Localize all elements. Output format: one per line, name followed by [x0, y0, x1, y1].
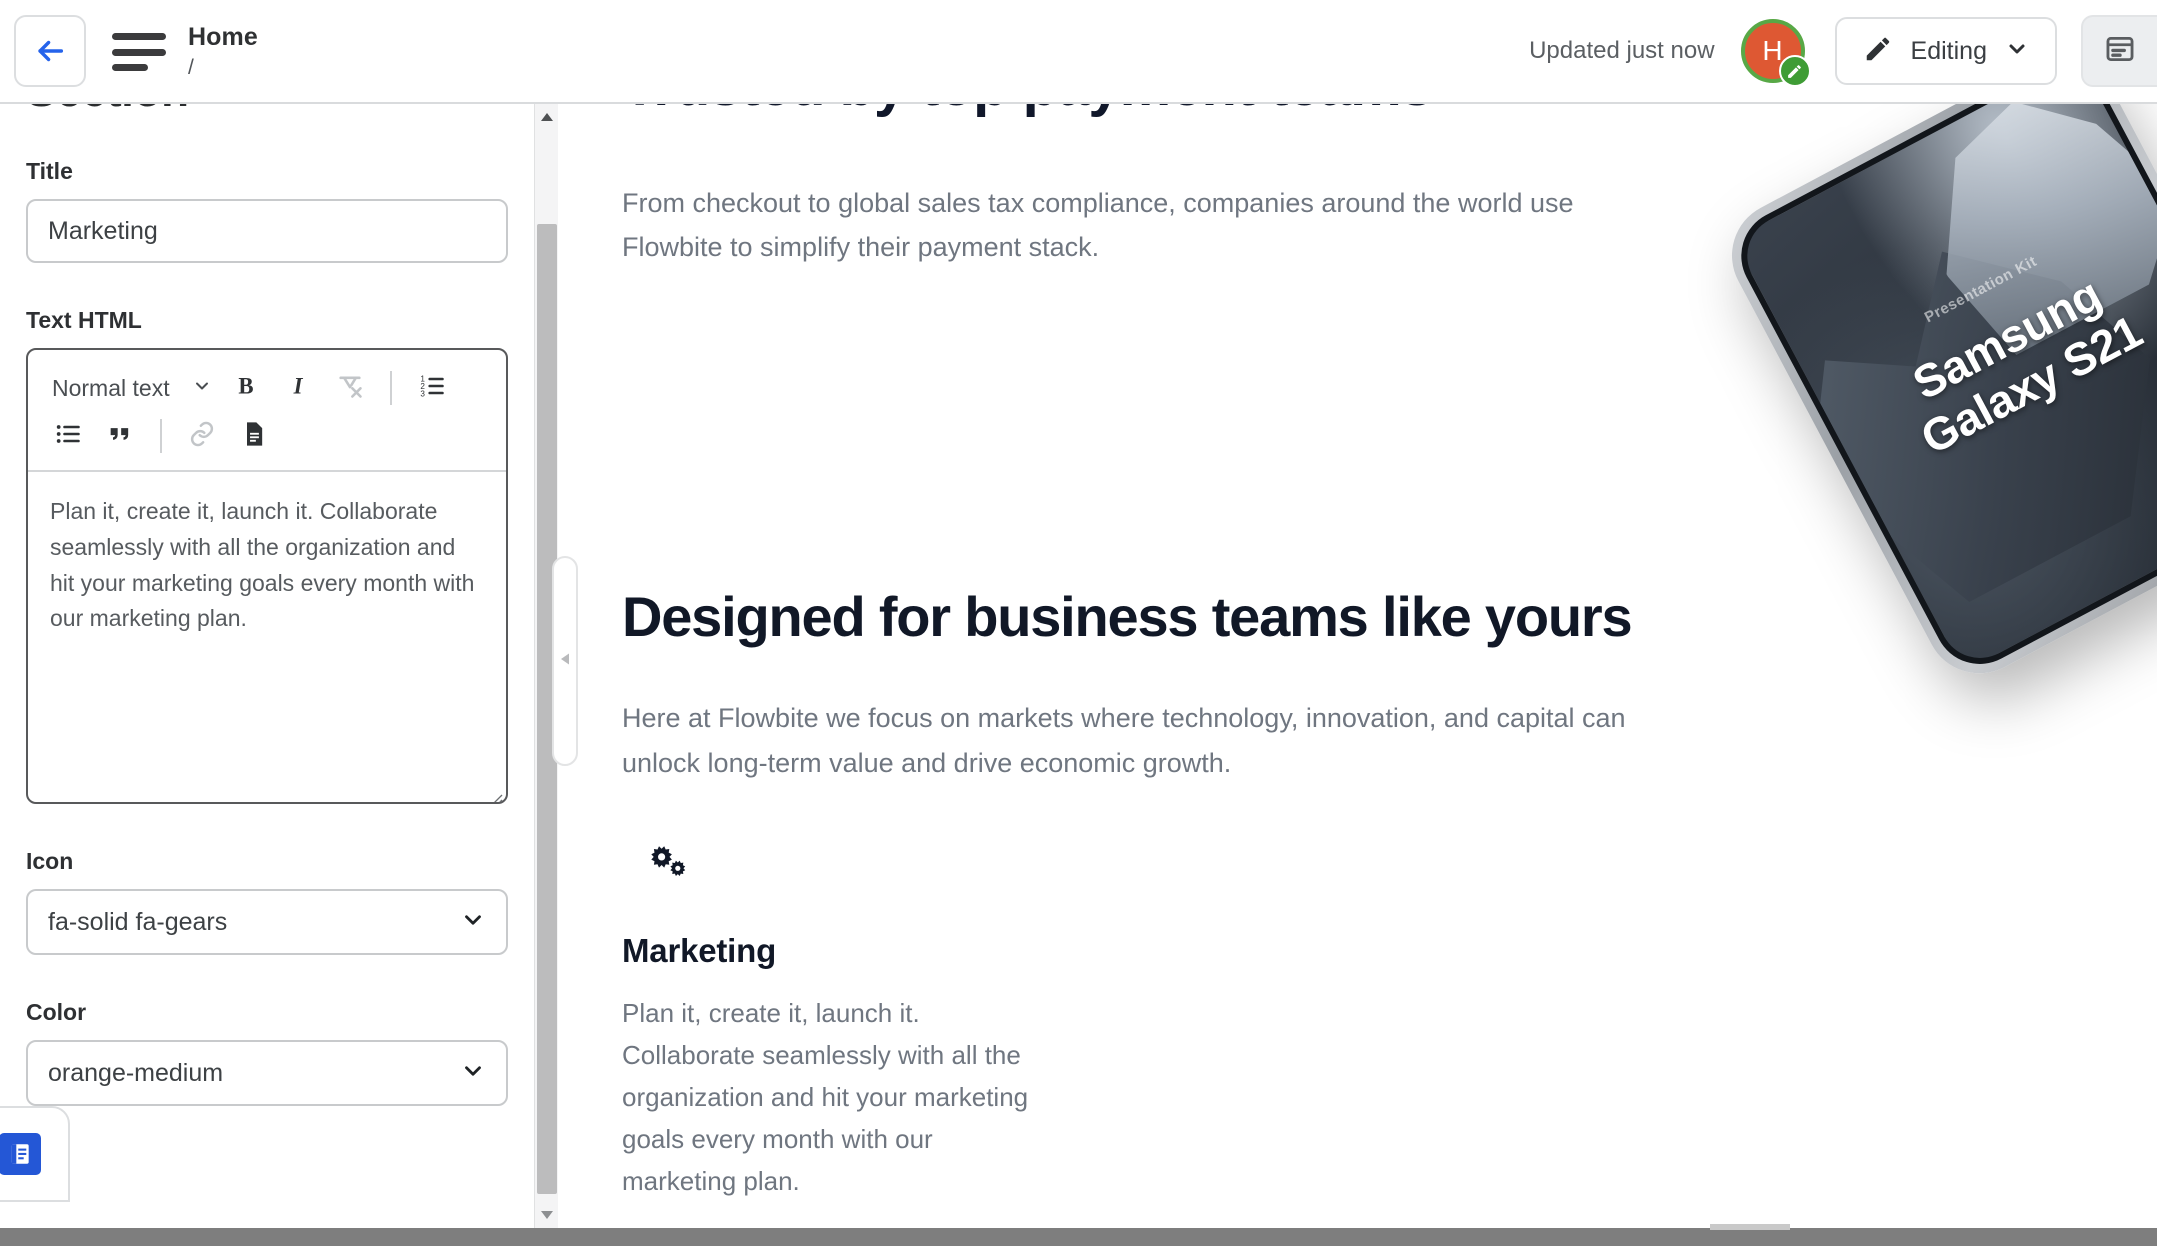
top-bar: Home / Updated just now H Editing	[0, 0, 2157, 104]
resize-grip-icon[interactable]	[485, 781, 503, 803]
toolbar-divider	[160, 419, 162, 454]
bottom-status-strip	[0, 1224, 2157, 1246]
italic-icon: I	[285, 373, 311, 404]
link-icon	[188, 420, 216, 453]
svg-text:I: I	[292, 373, 303, 398]
blockquote-button[interactable]	[94, 413, 146, 459]
text-html-field-label: Text HTML	[26, 307, 142, 334]
hamburger-line	[112, 33, 166, 40]
chevron-down-icon	[460, 1058, 486, 1089]
icon-select-value: fa-solid fa-gears	[48, 907, 228, 936]
hamburger-menu-icon[interactable]	[112, 31, 166, 71]
phone-mockup-image: Presentation Kit Samsung Galaxy S21	[1641, 104, 2157, 693]
section-editor-panel: Section Title Text HTML Normal text B	[0, 104, 548, 1228]
breadcrumb-path: /	[188, 55, 194, 79]
rich-text-editor: Normal text B I 1 2 3 Plan it, create it…	[26, 348, 508, 805]
panel-right-icon	[2103, 32, 2137, 71]
document-panel-icon	[0, 1133, 41, 1175]
pencil-icon	[1863, 34, 1893, 69]
panel-collapse-handle[interactable]	[552, 556, 578, 766]
ordered-list-button[interactable]: 1 2 3	[406, 365, 458, 411]
avatar[interactable]: H	[1740, 19, 1811, 87]
rich-text-content-area[interactable]: Plan it, create it, launch it. Collabora…	[28, 472, 506, 803]
feature-title: Marketing	[622, 932, 777, 969]
svg-text:3: 3	[420, 389, 425, 398]
blockquote-icon	[106, 420, 134, 453]
editing-mode-label: Editing	[1910, 36, 1987, 65]
scroll-up-arrow-icon[interactable]	[535, 104, 559, 130]
hamburger-line	[112, 48, 166, 56]
chevron-down-icon	[192, 375, 212, 402]
chevron-down-icon	[460, 907, 486, 938]
page-preview-canvas: Trusted by top payment teams From checko…	[560, 104, 2157, 1228]
color-select-value: orange-medium	[48, 1058, 224, 1087]
chevron-left-icon	[559, 652, 571, 671]
color-field-label: Color	[26, 999, 87, 1026]
bold-icon: B	[233, 373, 259, 404]
back-button[interactable]	[14, 15, 86, 87]
document-icon	[240, 420, 268, 453]
clear-formatting-icon	[336, 372, 364, 405]
bold-button[interactable]: B	[220, 365, 272, 411]
title-field-label: Title	[26, 158, 73, 185]
feature-description: Plan it, create it, launch it. Collabora…	[622, 998, 1029, 1197]
section-paragraph: Here at Flowbite we focus on markets whe…	[622, 703, 1626, 778]
chevron-down-icon	[2005, 37, 2029, 66]
clear-formatting-button[interactable]	[324, 365, 376, 411]
top-bar-actions: Updated just now H Editing	[1529, 15, 2157, 87]
panel-toggle-button[interactable]	[2081, 15, 2157, 87]
gears-icon	[622, 844, 1142, 906]
text-style-dropdown[interactable]: Normal text	[42, 365, 220, 411]
document-panel-button[interactable]	[0, 1106, 70, 1202]
color-select[interactable]: orange-medium	[26, 1040, 508, 1107]
icon-select[interactable]: fa-solid fa-gears	[26, 889, 508, 956]
hero-heading-clipped: Trusted by top payment teams	[622, 104, 1433, 119]
rich-text-toolbar-row-2	[42, 412, 492, 460]
panel-heading: Section	[26, 104, 522, 114]
hamburger-line	[112, 64, 148, 71]
rich-text-toolbar-row-1: Normal text B I 1 2 3	[42, 364, 492, 412]
ordered-list-icon: 1 2 3	[418, 372, 446, 405]
updated-status: Updated just now	[1529, 37, 1715, 64]
pencil-badge-icon	[1778, 55, 1811, 87]
italic-button[interactable]: I	[272, 365, 324, 411]
feature-card-marketing[interactable]: Marketing Plan it, create it, launch it.…	[622, 844, 1142, 1203]
text-style-value: Normal text	[52, 374, 170, 401]
rich-text-toolbar: Normal text B I 1 2 3	[28, 350, 506, 473]
link-button[interactable]	[176, 413, 228, 459]
breadcrumb-title[interactable]: Home	[188, 23, 258, 52]
bullet-list-icon	[54, 420, 82, 453]
title-input[interactable]	[26, 199, 508, 264]
phone-body: Presentation Kit Samsung Galaxy S21	[1712, 104, 2157, 693]
scroll-down-arrow-icon[interactable]	[535, 1202, 559, 1228]
hero-paragraph: From checkout to global sales tax compli…	[622, 188, 1574, 262]
arrow-left-icon	[33, 34, 67, 68]
toolbar-divider	[389, 371, 392, 406]
section-heading-text: Designed for business teams like yours	[622, 585, 1633, 648]
icon-field-label: Icon	[26, 848, 74, 875]
bullet-list-button[interactable]	[42, 413, 94, 459]
strip-nub	[1710, 1224, 1790, 1230]
breadcrumb: Home /	[188, 23, 258, 80]
editing-mode-button[interactable]: Editing	[1834, 17, 2057, 85]
phone-screen: Presentation Kit Samsung Galaxy S21	[1725, 104, 2157, 681]
document-button[interactable]	[228, 413, 280, 459]
rich-text-content: Plan it, create it, launch it. Collabora…	[50, 498, 475, 632]
svg-text:B: B	[238, 373, 253, 398]
